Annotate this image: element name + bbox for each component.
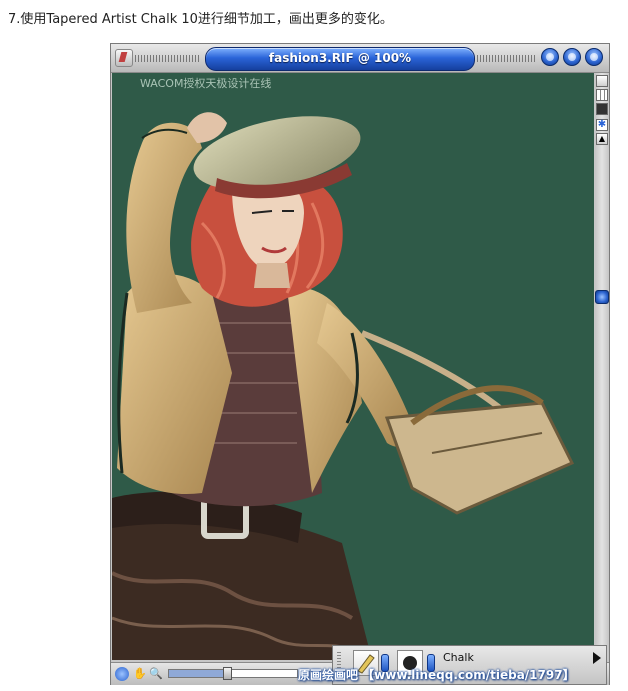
document-window: fashion3.RIF @ 100% WACOM授权天极设计在线 ✱ ▲ ✋ … bbox=[110, 43, 610, 685]
globe-icon[interactable] bbox=[115, 667, 129, 681]
neck bbox=[254, 263, 290, 288]
painter-app-icon[interactable] bbox=[115, 49, 133, 67]
zoom-slider-thumb[interactable] bbox=[222, 667, 232, 680]
magnifier-icon[interactable]: 🔍 bbox=[149, 667, 163, 681]
up-arrow-icon[interactable]: ▲ bbox=[596, 133, 608, 145]
scroll-thumb[interactable] bbox=[595, 290, 609, 304]
brush-category-label: Chalk bbox=[443, 651, 474, 664]
maximize-icon[interactable] bbox=[563, 48, 581, 66]
step-caption: 7.使用Tapered Artist Chalk 10进行细节加工，画出更多的变… bbox=[8, 12, 393, 27]
title-ridges-left bbox=[135, 55, 201, 62]
canvas-watermark: WACOM授权天极设计在线 bbox=[140, 77, 272, 90]
star-icon[interactable]: ✱ bbox=[596, 119, 608, 131]
zoom-slider-fill bbox=[169, 670, 227, 677]
panel-expand-icon[interactable] bbox=[591, 651, 603, 665]
layer-icon[interactable] bbox=[596, 75, 608, 87]
vertical-scrollbar[interactable]: ✱ ▲ bbox=[595, 73, 609, 660]
title-ridges-right bbox=[477, 55, 535, 62]
title-bar[interactable]: fashion3.RIF @ 100% bbox=[111, 44, 609, 73]
drawing-canvas[interactable]: WACOM授权天极设计在线 bbox=[112, 73, 594, 660]
title-pill: fashion3.RIF @ 100% bbox=[205, 47, 475, 71]
window-title: fashion3.RIF @ 100% bbox=[268, 51, 412, 65]
minimize-icon[interactable] bbox=[541, 48, 559, 66]
footer-watermark: 原画绘画吧 【www.lineqq.com/tieba/1797】 bbox=[298, 668, 575, 682]
fashion-illustration bbox=[112, 112, 575, 660]
color-icon[interactable] bbox=[596, 103, 608, 115]
close-icon[interactable] bbox=[585, 48, 603, 66]
grid-icon[interactable] bbox=[596, 89, 608, 101]
zoom-slider[interactable] bbox=[168, 667, 298, 680]
grabber-icon[interactable]: ✋ bbox=[133, 667, 147, 681]
